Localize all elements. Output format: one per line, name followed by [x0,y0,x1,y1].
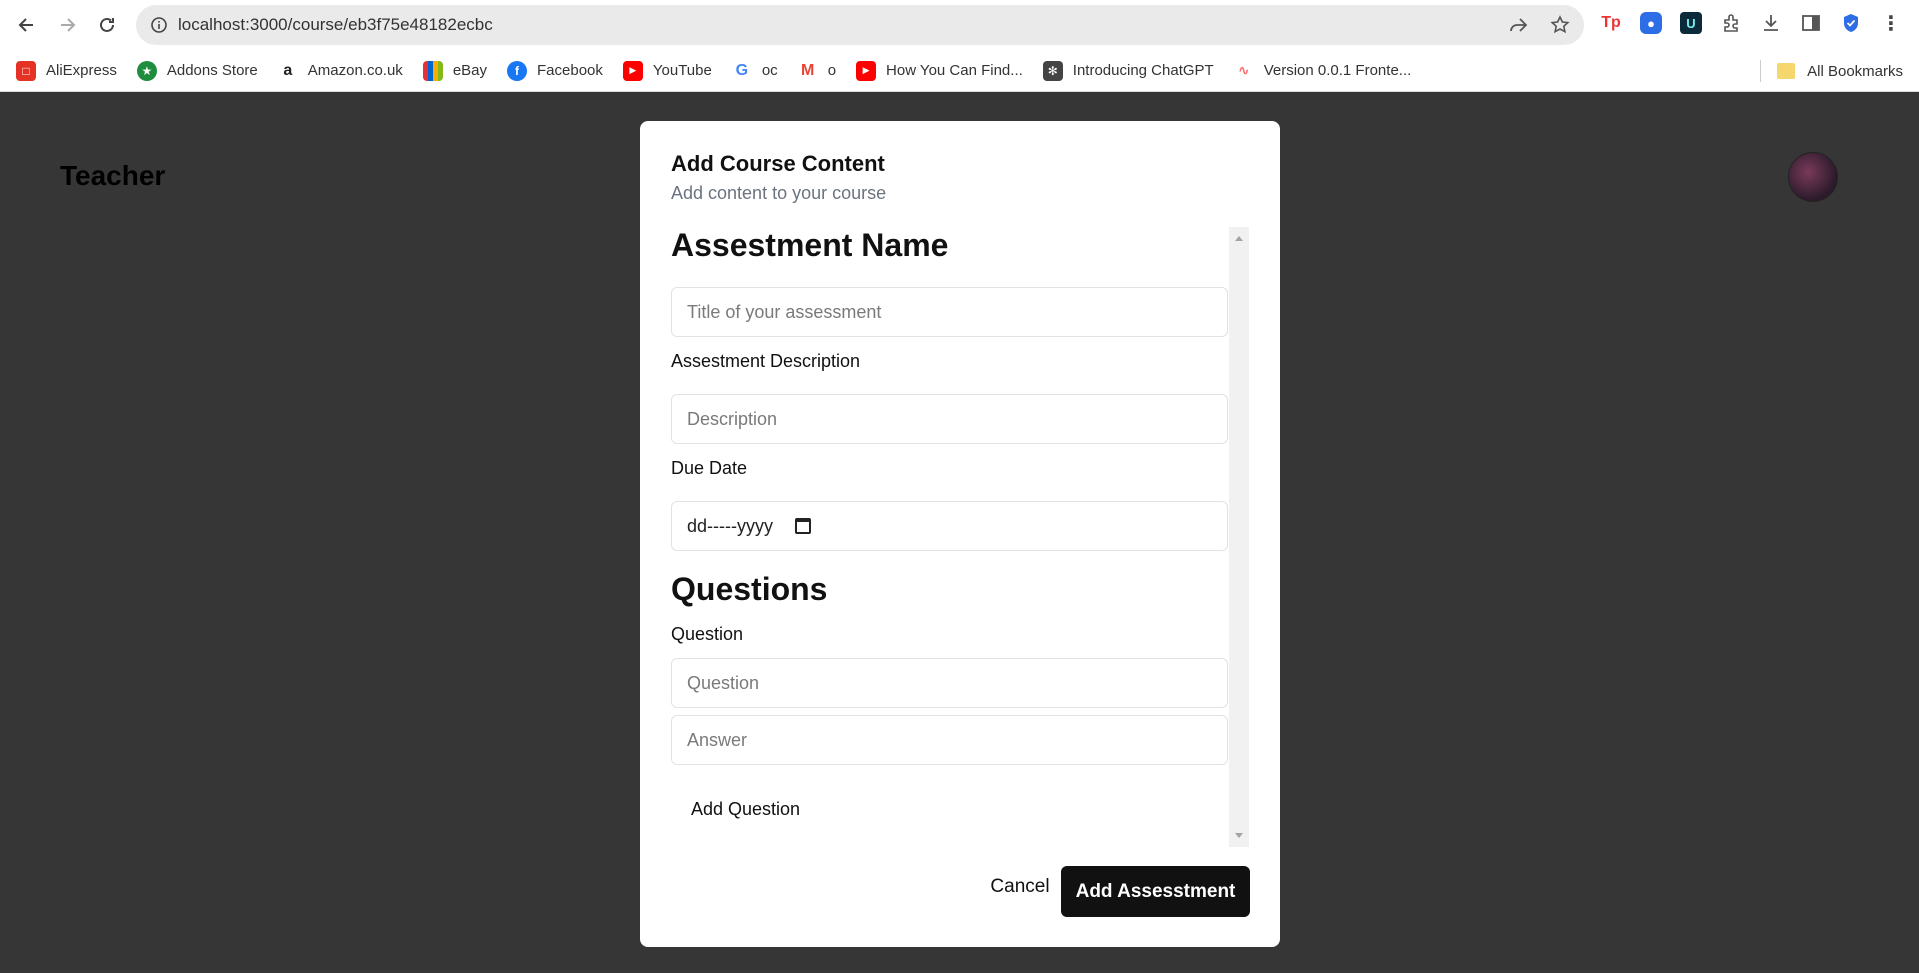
info-icon[interactable] [150,16,168,34]
ebay-icon [422,60,443,81]
add-course-content-dialog: Add Course Content Add content to your c… [640,121,1280,947]
aliexpress-icon: □ [16,60,36,81]
bookmark-ebay[interactable]: eBay [422,60,487,81]
amazon-icon: a [283,61,293,79]
url-text: localhost:3000/course/eb3f75e48182ecbc [178,15,493,34]
address-bar[interactable]: localhost:3000/course/eb3f75e48182ecbc [136,5,1584,45]
youtube-icon: ▶ [856,60,877,81]
page-title: Teacher [60,160,166,191]
bookmark-gmail[interactable]: Mo [798,61,836,81]
reload-button[interactable] [87,5,127,45]
u-extension-icon[interactable]: U [1680,12,1702,34]
dialog-title: Add Course Content [671,151,885,176]
bookmark-addons-store[interactable]: ★ Addons Store [136,60,258,81]
due-date-label: Due Date [671,458,748,478]
add-assessment-button[interactable]: Add Assesstment [1061,866,1250,917]
chatgpt-icon: ✻ [1042,60,1063,81]
google-icon: G [735,61,749,79]
side-panel-icon[interactable] [1800,12,1822,34]
gmail-icon: M [801,61,815,79]
description-input[interactable]: Description [671,394,1228,444]
arrow-right-icon [61,18,76,32]
bookmark-chatgpt[interactable]: ✻ Introducing ChatGPT [1042,60,1214,81]
scroll-down-arrow-icon[interactable] [1235,833,1243,838]
forward-button[interactable] [47,5,87,45]
puzzle-icon[interactable] [1720,12,1742,34]
question-label: Question [671,624,744,644]
divider [1760,60,1762,82]
assessment-name-heading: Assestment Name [671,227,949,263]
folder-icon [1777,63,1796,79]
scroll-up-arrow-icon[interactable] [1235,236,1243,241]
arrow-left-icon [18,18,33,32]
due-date-input[interactable]: dd-----yyyy [671,501,1228,551]
bookmark-oc[interactable]: Goc [732,61,778,81]
shield-lock-extension-icon[interactable]: ● [1640,12,1662,34]
shield-check-icon[interactable] [1840,12,1862,34]
question-input[interactable]: Question [671,658,1228,708]
assessment-title-input[interactable]: Title of your assessment [671,287,1228,337]
add-question-button[interactable]: Add Question [691,799,800,820]
browser-toolbar: localhost:3000/course/eb3f75e48182ecbc T… [0,0,1919,50]
tp-extension-icon[interactable]: Tp [1600,12,1622,34]
assessment-description-label: Assestment Description [671,351,861,371]
back-button[interactable] [7,5,47,45]
reload-icon [100,17,114,32]
bookmark-amazon[interactable]: a Amazon.co.uk [278,61,403,81]
avatar[interactable] [1788,152,1838,202]
share-icon[interactable] [1508,15,1528,35]
bookmark-youtube-video[interactable]: ▶ How You Can Find... [856,60,1023,81]
bookmark-version[interactable]: ∿ Version 0.0.1 Fronte... [1234,61,1411,81]
scrollbar[interactable] [1229,227,1249,847]
star-icon[interactable] [1550,15,1570,35]
addons-store-icon: ★ [136,60,157,81]
calendar-icon[interactable] [795,518,811,534]
dialog-subtitle: Add content to your course [671,183,887,203]
facebook-icon: f [507,60,528,81]
bookmark-facebook[interactable]: f Facebook [507,60,603,81]
all-bookmarks[interactable]: All Bookmarks [1760,50,1903,92]
youtube-icon: ▶ [622,60,643,81]
kebab-menu-icon[interactable]: ⋮ [1880,12,1902,35]
download-icon[interactable] [1760,12,1782,34]
answer-input[interactable]: Answer [671,715,1228,765]
dialog-scroll-area[interactable]: Assestment Name Title of your assessment… [671,227,1249,847]
bookmarks-bar: □ AliExpress ★ Addons Store a Amazon.co.uk … [0,50,1919,92]
due-date-value: dd-----yyyy [687,515,773,536]
monday-icon: ∿ [1237,62,1250,78]
questions-heading: Questions [671,571,828,607]
bookmark-aliexpress[interactable]: □ AliExpress [16,60,117,81]
bookmark-youtube[interactable]: ▶ YouTube [622,60,712,81]
cancel-button[interactable]: Cancel [973,862,1067,912]
